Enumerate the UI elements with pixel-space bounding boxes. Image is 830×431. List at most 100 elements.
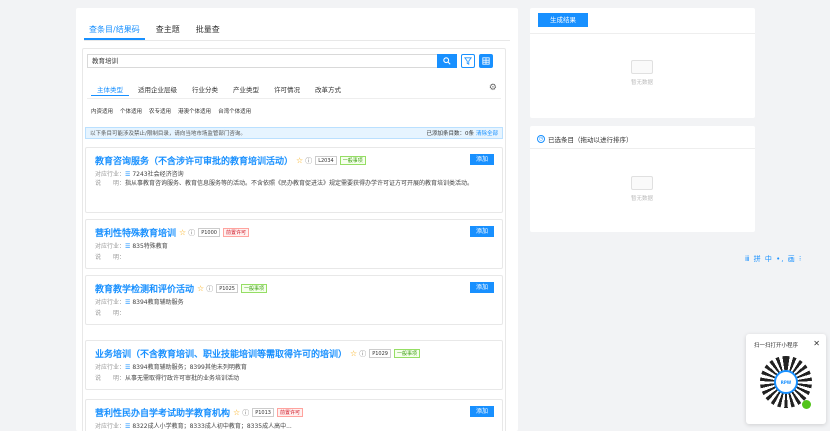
option-domestic[interactable]: 内资适用 <box>91 107 113 115</box>
item-code: P1025 <box>216 284 238 293</box>
generate-result-button[interactable]: 生成结果 <box>538 13 588 27</box>
add-button[interactable]: 添加 <box>470 406 494 417</box>
mini-program-title: 扫一扫打开小程序 <box>754 343 799 349</box>
desc-line: 说 明： <box>95 254 126 261</box>
item-title[interactable]: 营利性特殊教育培训 <box>95 226 176 239</box>
industry-line: 对应行业：☰ 8394教育辅助服务 <box>95 299 184 306</box>
filter-tab-enterprise-level[interactable]: 适用企业层级 <box>132 82 183 96</box>
search-input[interactable]: 教育培训 <box>87 54 437 68</box>
notice-text: 以下条目可能涉及禁止/限制目录，请向当地市场监管部门咨询。 <box>90 131 246 137</box>
item-code: P1013 <box>252 408 274 417</box>
option-hk-macao[interactable]: 港澳个体适用 <box>178 107 211 115</box>
tab-item-code[interactable]: 查条目/结果码 <box>84 22 145 40</box>
empty-box-icon <box>631 176 653 190</box>
filter-icon <box>464 57 472 65</box>
clear-all-link[interactable]: 清除全部 <box>476 131 498 137</box>
notice-bar: 以下条目可能涉及禁止/限制目录，请向当地市场监管部门咨询。 已添加条目数：0条清… <box>85 127 503 139</box>
item-badge: 一般事项 <box>393 349 420 358</box>
card-title-row: 营利性特殊教育培训 ☆ ⓘ P1000 前置许可 <box>95 226 249 239</box>
divider <box>530 33 755 34</box>
item-title[interactable]: 营利性民办自学考试助学教育机构 <box>95 406 230 419</box>
option-individual[interactable]: 个体适用 <box>120 107 142 115</box>
star-icon[interactable]: ☆ <box>350 349 357 358</box>
mini-program-popup: 扫一扫打开小程序 ✕ RPW <box>746 334 826 424</box>
item-badge: 前置许可 <box>276 408 303 417</box>
result-card: 教育咨询服务（不含涉许可审批的教育培训活动） ☆ ⓘ L2034 一般事项 添加… <box>85 147 503 213</box>
item-code: P1000 <box>198 228 220 237</box>
added-count: 0条 <box>464 131 474 137</box>
desc-line: 说 明： <box>95 310 126 317</box>
item-code: P1029 <box>369 349 391 358</box>
star-icon[interactable]: ☆ <box>296 156 303 165</box>
item-title[interactable]: 业务培训（不含教育培训、职业技能培训等需取得许可的培训） <box>95 347 347 360</box>
card-title-row: 营利性民办自学考试助学教育机构 ☆ ⓘ P1013 前置许可 <box>95 406 303 419</box>
info-icon[interactable]: ⓘ <box>305 156 312 166</box>
divider <box>530 148 755 149</box>
left-panel: 查条目/结果码 查主题 批量查 教育培训 主体类型 适用企业层级 行业分类 产业… <box>76 8 518 431</box>
option-farm-coop[interactable]: 农专适用 <box>149 107 171 115</box>
divider <box>84 40 510 41</box>
search-mode-tabs: 查条目/结果码 查主题 批量查 <box>84 22 231 40</box>
filter-tab-entity-type[interactable]: 主体类型 <box>91 82 129 96</box>
item-badge: 一般事项 <box>240 284 267 293</box>
grid-view-button[interactable] <box>479 54 493 68</box>
filter-button[interactable] <box>461 54 475 68</box>
card-title-row: 教育教学检测和评价活动 ☆ ⓘ P1025 一般事项 <box>95 282 267 295</box>
entity-options: 内资适用 个体适用 农专适用 港澳个体适用 台湾个体适用 <box>91 107 258 115</box>
item-title[interactable]: 教育咨询服务（不含涉许可审批的教育培训活动） <box>95 154 293 167</box>
clock-icon: ◷ <box>537 135 545 143</box>
add-button[interactable]: 添加 <box>470 154 494 165</box>
result-panel: 生成结果 暂无数据 <box>530 8 755 118</box>
search-row: 教育培训 <box>87 54 493 68</box>
filter-tab-license[interactable]: 许可情况 <box>268 82 306 96</box>
empty-state: 暂无数据 <box>622 176 662 202</box>
star-icon[interactable]: ☆ <box>179 228 186 237</box>
close-icon[interactable]: ✕ <box>813 339 820 348</box>
empty-box-icon <box>631 60 653 74</box>
selected-items-panel: ◷ 已选条目（拖动以进行排序） 暂无数据 <box>530 126 755 232</box>
search-box: 教育培训 主体类型 适用企业层级 行业分类 产业类型 许可情况 改革方式 ⚙ 内… <box>82 48 506 431</box>
info-icon[interactable]: ⓘ <box>188 228 195 238</box>
filter-tab-sector[interactable]: 产业类型 <box>227 82 265 96</box>
selected-header: ◷ 已选条目（拖动以进行排序） <box>537 135 633 144</box>
add-button[interactable]: 添加 <box>470 226 494 237</box>
search-icon <box>443 57 451 65</box>
tab-batch[interactable]: 批量查 <box>191 22 225 40</box>
industry-line: 对应行业：☰ 8394教育辅助服务；8399其他未列明教育 <box>95 364 247 371</box>
divider <box>87 98 501 99</box>
info-icon[interactable]: ⓘ <box>242 408 249 418</box>
result-card: 教育教学检测和评价活动 ☆ ⓘ P1025 一般事项 添加 对应行业：☰ 839… <box>85 275 503 325</box>
card-title-row: 教育咨询服务（不含涉许可审批的教育培训活动） ☆ ⓘ L2034 一般事项 <box>95 154 366 167</box>
item-code: L2034 <box>315 156 337 165</box>
industry-line: 对应行业：☰ 7243社会经济咨询 <box>95 171 184 178</box>
result-card: 业务培训（不含教育培训、职业技能培训等需取得许可的培训） ☆ ⓘ P1029 一… <box>85 340 503 390</box>
item-badge: 一般事项 <box>339 156 366 165</box>
input-method-toolbar[interactable]: ⅲ 拼 中 •, 画 ⁝ <box>745 254 802 264</box>
option-taiwan[interactable]: 台湾个体适用 <box>218 107 251 115</box>
empty-state: 暂无数据 <box>622 60 662 86</box>
filter-tab-industry[interactable]: 行业分类 <box>186 82 224 96</box>
added-count-area: 已添加条目数：0条 清除全部 <box>426 131 498 137</box>
settings-gear-icon[interactable]: ⚙ <box>489 83 497 93</box>
industry-line: 对应行业：☰ 835特殊教育 <box>95 243 168 250</box>
info-icon[interactable]: ⓘ <box>359 349 366 359</box>
item-title[interactable]: 教育教学检测和评价活动 <box>95 282 194 295</box>
filter-tab-reform[interactable]: 改革方式 <box>309 82 347 96</box>
star-icon[interactable]: ☆ <box>233 408 240 417</box>
star-icon[interactable]: ☆ <box>197 284 204 293</box>
desc-line: 说 明：指从事教育咨询服务、教育信息服务等的活动。不含依照《民办教育促进法》规定… <box>95 180 474 187</box>
item-badge: 前置许可 <box>222 228 249 237</box>
info-icon[interactable]: ⓘ <box>206 284 213 294</box>
wechat-icon <box>802 400 811 409</box>
result-card: 营利性特殊教育培训 ☆ ⓘ P1000 前置许可 添加 对应行业：☰ 835特殊… <box>85 219 503 269</box>
grid-icon <box>482 57 490 65</box>
mini-program-logo: RPW <box>774 370 798 394</box>
add-button[interactable]: 添加 <box>470 282 494 293</box>
result-card: 营利性民办自学考试助学教育机构 ☆ ⓘ P1013 前置许可 添加 对应行业：☰… <box>85 399 503 431</box>
industry-line: 对应行业：☰ 8322成人小学教育；8333成人初中教育；8335成人高中... <box>95 423 292 430</box>
search-button[interactable] <box>437 54 457 68</box>
filter-tabs: 主体类型 适用企业层级 行业分类 产业类型 许可情况 改革方式 <box>91 82 350 96</box>
card-title-row: 业务培训（不含教育培训、职业技能培训等需取得许可的培训） ☆ ⓘ P1029 一… <box>95 347 420 360</box>
desc-line: 说 明：从事无需取得行政许可审批的业务培训活动 <box>95 375 240 382</box>
tab-topic[interactable]: 查主题 <box>151 22 185 40</box>
